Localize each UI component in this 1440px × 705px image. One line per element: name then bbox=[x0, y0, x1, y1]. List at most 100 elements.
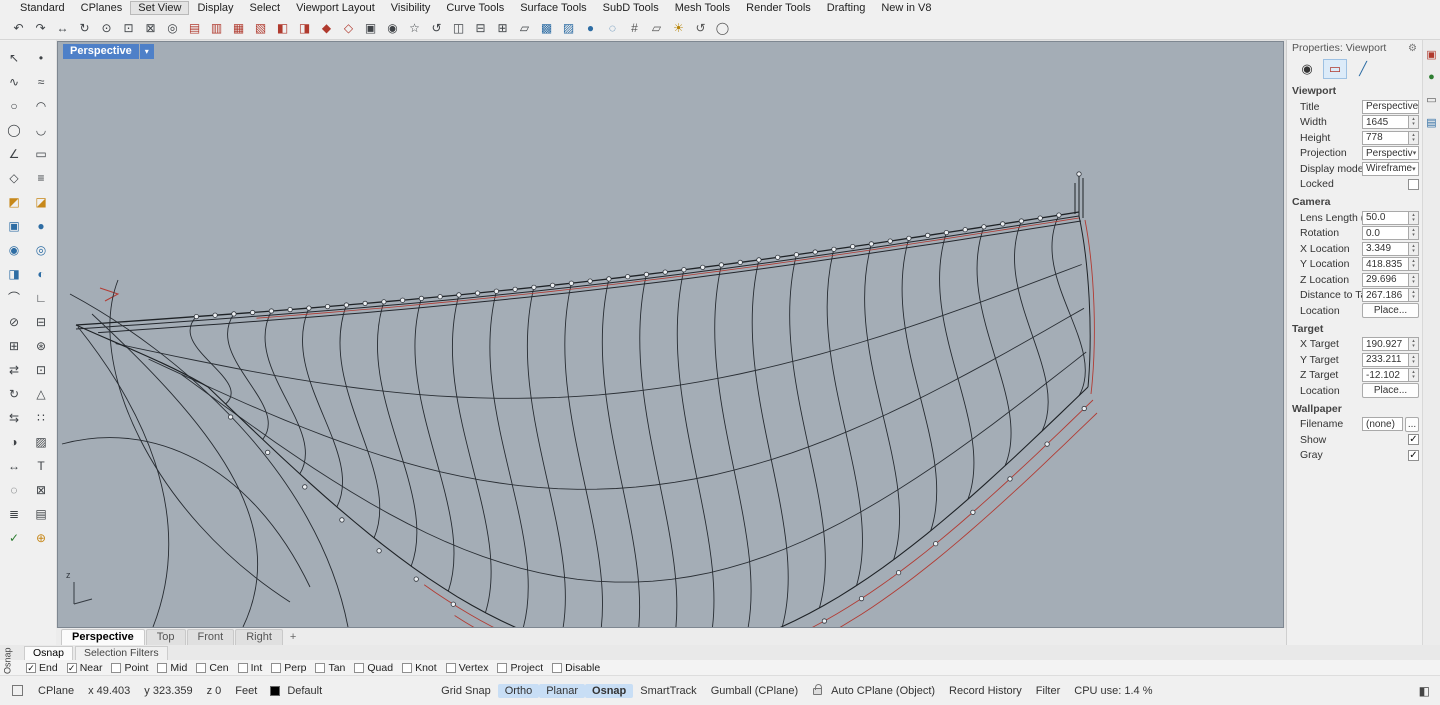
osnap-tab-osnap[interactable]: Osnap bbox=[24, 646, 73, 660]
osnap-perp-checkbox[interactable] bbox=[271, 663, 281, 673]
menu-item-standard[interactable]: Standard bbox=[12, 1, 73, 15]
spinner-down-icon[interactable]: ▾ bbox=[1412, 218, 1415, 223]
material-ball-icon[interactable]: ● bbox=[1428, 71, 1435, 83]
status-smarttrack[interactable]: SmartTrack bbox=[633, 684, 703, 698]
circle-icon[interactable]: ○ bbox=[2, 94, 26, 117]
osnap-point-checkbox[interactable] bbox=[111, 663, 121, 673]
trim-icon[interactable]: ⊘ bbox=[2, 310, 26, 333]
spin-view-icon[interactable]: ↺ bbox=[426, 17, 447, 38]
spinner-y-location[interactable]: ▴▾ bbox=[1409, 257, 1419, 271]
display-properties-tab[interactable]: ╱ bbox=[1351, 59, 1375, 79]
set-view-top-icon[interactable]: ▤ bbox=[184, 17, 205, 38]
floating-viewport-icon[interactable]: ▱ bbox=[514, 17, 535, 38]
menu-item-render-tools[interactable]: Render Tools bbox=[738, 1, 819, 15]
z-target-input[interactable]: -12.102 bbox=[1362, 368, 1409, 382]
menu-item-curve-tools[interactable]: Curve Tools bbox=[438, 1, 512, 15]
chamfer-icon[interactable]: ∟ bbox=[29, 286, 53, 309]
viewport-tab-top[interactable]: Top bbox=[146, 629, 186, 645]
width-input[interactable]: 1645 bbox=[1362, 115, 1409, 129]
turntable-icon[interactable]: ↺ bbox=[690, 17, 711, 38]
menu-item-subd-tools[interactable]: SubD Tools bbox=[595, 1, 667, 15]
osnap-int-checkbox[interactable] bbox=[238, 663, 248, 673]
cylinder-icon[interactable]: ◉ bbox=[2, 238, 26, 261]
x-location-input[interactable]: 3.349 bbox=[1362, 242, 1409, 256]
menu-item-drafting[interactable]: Drafting bbox=[819, 1, 874, 15]
spinner-down-icon[interactable]: ▾ bbox=[1412, 138, 1415, 143]
gray-checkbox[interactable]: ✓ bbox=[1408, 450, 1419, 461]
fillet-icon[interactable]: ⌒ bbox=[2, 286, 26, 309]
set-view-back-icon[interactable]: ▧ bbox=[250, 17, 271, 38]
osnap-option-quad[interactable]: Quad bbox=[354, 662, 393, 674]
camera-icon[interactable]: ◉ bbox=[382, 17, 403, 38]
spinner-x-target[interactable]: ▴▾ bbox=[1409, 337, 1419, 351]
osnap-option-project[interactable]: Project bbox=[497, 662, 543, 674]
spinner-z-target[interactable]: ▴▾ bbox=[1409, 368, 1419, 382]
ellipse-icon[interactable]: ◯ bbox=[2, 118, 26, 141]
osnap-end-checkbox[interactable]: ✓ bbox=[26, 663, 36, 673]
grid-toggle-icon[interactable]: # bbox=[624, 17, 645, 38]
osnap-option-tan[interactable]: Tan bbox=[315, 662, 345, 674]
panel-gear-icon[interactable]: ⚙ bbox=[1408, 43, 1417, 54]
polygon-icon[interactable]: ◇ bbox=[2, 166, 26, 189]
y-location-input[interactable]: 418.835 bbox=[1362, 257, 1409, 271]
status-ortho[interactable]: Ortho bbox=[498, 684, 540, 698]
set-view-left-icon[interactable]: ◧ bbox=[272, 17, 293, 38]
scale-icon[interactable]: △ bbox=[29, 382, 53, 405]
osnap-tan-checkbox[interactable] bbox=[315, 663, 325, 673]
toolbox-panel-icon[interactable]: ▣ bbox=[1426, 48, 1436, 61]
arc-icon[interactable]: ◠ bbox=[29, 94, 53, 117]
control-point-curve-icon[interactable]: ∿ bbox=[2, 70, 26, 93]
osnap-option-mid[interactable]: Mid bbox=[157, 662, 187, 674]
named-view-icon[interactable]: ▣ bbox=[360, 17, 381, 38]
loft-icon[interactable]: ◩ bbox=[2, 190, 26, 213]
walkabout-icon[interactable]: ☆ bbox=[404, 17, 425, 38]
set-view-two-point-icon[interactable]: ◇ bbox=[338, 17, 359, 38]
display-wireframe-icon[interactable]: ▩ bbox=[536, 17, 557, 38]
rotate-icon[interactable]: ↻ bbox=[2, 382, 26, 405]
hide-object-icon[interactable]: ◌ bbox=[2, 478, 26, 501]
locked-checkbox[interactable] bbox=[1408, 179, 1419, 190]
osnap-vertex-checkbox[interactable] bbox=[446, 663, 456, 673]
viewport-tab-perspective[interactable]: Perspective bbox=[61, 629, 145, 645]
interpolate-curve-icon[interactable]: ≈ bbox=[29, 70, 53, 93]
viewport-title[interactable]: Perspective bbox=[63, 44, 139, 59]
join-icon[interactable]: ⊞ bbox=[2, 334, 26, 357]
conic-icon[interactable]: ◡ bbox=[29, 118, 53, 141]
sun-icon[interactable]: ☀ bbox=[668, 17, 689, 38]
layer-tools-icon[interactable]: ≣ bbox=[2, 502, 26, 525]
browse-button[interactable]: ... bbox=[1405, 417, 1419, 432]
osnap-project-checkbox[interactable] bbox=[497, 663, 507, 673]
status-osnap[interactable]: Osnap bbox=[585, 684, 633, 698]
osnap-option-near[interactable]: ✓Near bbox=[67, 662, 103, 674]
osnap-option-int[interactable]: Int bbox=[238, 662, 263, 674]
status-grid-snap[interactable]: Grid Snap bbox=[434, 684, 498, 698]
spinner-lens-length[interactable]: ▴▾ bbox=[1409, 211, 1419, 225]
sphere-icon[interactable]: ● bbox=[29, 214, 53, 237]
cplane-icon[interactable]: ▱ bbox=[646, 17, 667, 38]
curve-boolean-icon[interactable]: ◑ bbox=[2, 430, 26, 453]
spinner-height[interactable]: ▴▾ bbox=[1409, 131, 1419, 145]
osnap-quad-checkbox[interactable] bbox=[354, 663, 364, 673]
object-properties-tab[interactable]: ◉ bbox=[1295, 59, 1319, 79]
spinner-down-icon[interactable]: ▾ bbox=[1412, 360, 1415, 365]
menu-item-visibility[interactable]: Visibility bbox=[383, 1, 439, 15]
projection-input[interactable]: Perspectiv▾ bbox=[1362, 146, 1419, 160]
set-view-front-icon[interactable]: ▦ bbox=[228, 17, 249, 38]
spinner-down-icon[interactable]: ▾ bbox=[1412, 280, 1415, 285]
osnap-option-cen[interactable]: Cen bbox=[196, 662, 228, 674]
spinner-down-icon[interactable]: ▾ bbox=[1412, 344, 1415, 349]
redo-view-icon[interactable]: ↷ bbox=[30, 17, 51, 38]
extrude-icon[interactable]: ◨ bbox=[2, 262, 26, 285]
location-button[interactable]: Place... bbox=[1362, 303, 1419, 318]
osnap-tab-selection-filters[interactable]: Selection Filters bbox=[75, 646, 168, 660]
menu-item-new-in-v8[interactable]: New in V8 bbox=[873, 1, 939, 15]
pipe-icon[interactable]: ◎ bbox=[29, 238, 53, 261]
spinner-width[interactable]: ▴▾ bbox=[1409, 115, 1419, 129]
status-record-history[interactable]: Record History bbox=[942, 684, 1029, 698]
viewport-canvas[interactable]: z Perspective ▾ bbox=[57, 41, 1284, 628]
distance-to-ta-input[interactable]: 267.186 bbox=[1362, 288, 1409, 302]
history-check-icon[interactable]: ✓ bbox=[2, 526, 26, 549]
copy-icon[interactable]: ⊡ bbox=[29, 358, 53, 381]
spinner-down-icon[interactable]: ▾ bbox=[1412, 233, 1415, 238]
menu-item-display[interactable]: Display bbox=[189, 1, 241, 15]
